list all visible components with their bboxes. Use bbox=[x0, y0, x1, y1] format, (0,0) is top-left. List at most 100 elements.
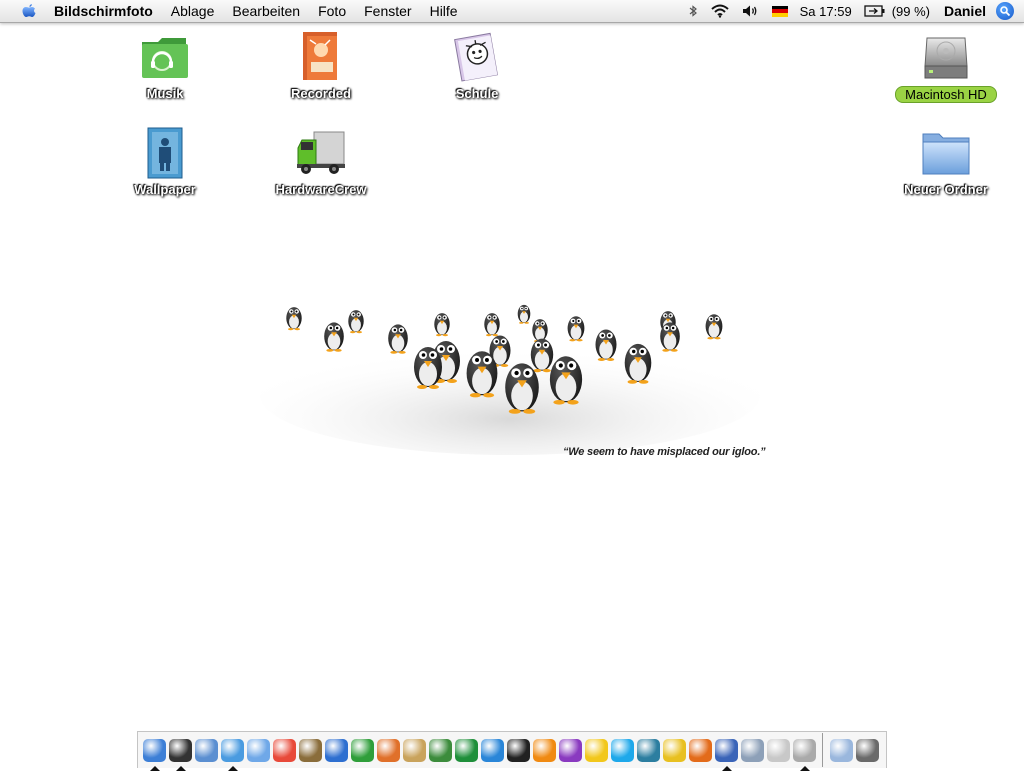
dock-item-address-book[interactable] bbox=[402, 736, 427, 764]
dock-item-vlc[interactable] bbox=[532, 736, 557, 764]
dock-separator bbox=[822, 733, 823, 767]
dashboard-icon bbox=[169, 738, 192, 762]
menu-ablage[interactable]: Ablage bbox=[162, 3, 224, 19]
desktop-icon-recorded[interactable]: Recorded bbox=[266, 30, 376, 101]
dock-item-chess[interactable] bbox=[636, 736, 661, 764]
battery-percent[interactable]: (99 %) bbox=[892, 0, 936, 22]
desktop-icon-label: Musik bbox=[146, 86, 184, 101]
safari-icon bbox=[221, 738, 244, 762]
spotlight-icon[interactable] bbox=[996, 2, 1014, 20]
schule-document-icon bbox=[450, 30, 504, 84]
wifi-icon[interactable] bbox=[704, 0, 736, 22]
dock-item-terminal[interactable] bbox=[506, 736, 531, 764]
menu-foto[interactable]: Foto bbox=[309, 3, 355, 19]
recorded-document-icon bbox=[294, 30, 348, 84]
dock-item-finder[interactable] bbox=[142, 736, 167, 771]
ical-icon bbox=[273, 738, 296, 762]
dock-item-yahoo-messenger[interactable] bbox=[584, 736, 609, 764]
running-indicator bbox=[149, 766, 160, 771]
dock-item-excel[interactable] bbox=[350, 736, 375, 764]
desktop-icon-label: Recorded bbox=[291, 86, 351, 101]
dock-item-banana[interactable] bbox=[662, 736, 687, 764]
skype-icon bbox=[611, 738, 634, 762]
menu-hilfe[interactable]: Hilfe bbox=[421, 3, 467, 19]
dock-item-firefox[interactable] bbox=[688, 736, 713, 764]
dock-item-adium[interactable] bbox=[558, 736, 583, 764]
address-book-icon bbox=[403, 738, 426, 762]
dock-item-grab[interactable] bbox=[792, 736, 817, 771]
dock-item-stack[interactable] bbox=[829, 736, 854, 764]
dock-item-preview[interactable] bbox=[194, 736, 219, 764]
desktop-icon-schule[interactable]: Schule bbox=[422, 30, 532, 101]
dock-item-word[interactable] bbox=[324, 736, 349, 764]
desktop-icon-label: Wallpaper bbox=[134, 182, 196, 197]
dock-item-itunes[interactable] bbox=[246, 736, 271, 764]
battery-icon[interactable] bbox=[858, 0, 892, 22]
screen-sharing-icon bbox=[715, 738, 738, 762]
desktop-icon-label: HardwareCrew bbox=[275, 182, 367, 197]
desktop-icon-hardwarecrew[interactable]: HardwareCrew bbox=[266, 126, 376, 197]
user-name[interactable]: Daniel bbox=[936, 0, 996, 22]
vlc-icon bbox=[533, 738, 556, 762]
dock-item-trash[interactable] bbox=[855, 736, 880, 764]
skype-s-icon bbox=[455, 738, 478, 762]
running-indicator bbox=[799, 766, 810, 771]
excel-icon bbox=[351, 738, 374, 762]
apple-menu-icon[interactable] bbox=[18, 2, 40, 20]
trash-icon bbox=[856, 738, 879, 762]
desktop-icon-wallpaper[interactable]: Wallpaper bbox=[110, 126, 220, 197]
powerpoint-icon bbox=[377, 738, 400, 762]
dock-item-screen-sharing[interactable] bbox=[714, 736, 739, 771]
wallpaper-penguins-image bbox=[260, 304, 760, 455]
desktop-icon-musik[interactable]: Musik bbox=[110, 30, 220, 101]
firefox-icon bbox=[689, 738, 712, 762]
status-area: Sa 17:59 (99 %) Daniel bbox=[682, 0, 1024, 22]
finder-icon bbox=[143, 738, 166, 762]
word-icon bbox=[325, 738, 348, 762]
dock-item-camino[interactable] bbox=[480, 736, 505, 764]
desktop-icon-label: Schule bbox=[455, 86, 499, 101]
clock[interactable]: Sa 17:59 bbox=[794, 0, 858, 22]
dock-docs bbox=[829, 736, 881, 764]
dock-item-mail[interactable] bbox=[428, 736, 453, 764]
wallpaper-quote: “We seem to have misplaced our igloo.” bbox=[563, 446, 766, 458]
yahoo-messenger-icon bbox=[585, 738, 608, 762]
running-indicator bbox=[721, 766, 732, 771]
menu-bar: Bildschirmfoto Ablage Bearbeiten Foto Fe… bbox=[0, 0, 1024, 23]
dock-item-ical[interactable] bbox=[272, 736, 297, 764]
chess-icon bbox=[637, 738, 660, 762]
menu-fenster[interactable]: Fenster bbox=[355, 3, 420, 19]
dock-item-iphoto[interactable] bbox=[298, 736, 323, 764]
desktop-icon-macintosh-hd[interactable]: Macintosh HD bbox=[891, 30, 1001, 103]
menu-app-name[interactable]: Bildschirmfoto bbox=[54, 3, 162, 19]
dock-item-skype-s[interactable] bbox=[454, 736, 479, 764]
folder-icon bbox=[919, 126, 973, 180]
grab-icon bbox=[793, 738, 816, 762]
terminal-icon bbox=[507, 738, 530, 762]
dock-item-iweb[interactable] bbox=[766, 736, 791, 764]
iphoto-icon bbox=[299, 738, 322, 762]
dock-item-safari[interactable] bbox=[220, 736, 245, 771]
truck-icon bbox=[294, 126, 348, 180]
desktop-icon-label: Neuer Ordner bbox=[904, 182, 988, 197]
desktop-icon-neuer-ordner[interactable]: Neuer Ordner bbox=[891, 126, 1001, 197]
preview-icon bbox=[195, 738, 218, 762]
dock bbox=[137, 731, 887, 771]
german-flag-icon[interactable] bbox=[766, 0, 794, 22]
dock-item-skype[interactable] bbox=[610, 736, 635, 764]
hard-drive-icon bbox=[919, 30, 973, 84]
running-indicator bbox=[227, 766, 238, 771]
music-folder-icon bbox=[138, 30, 192, 84]
wallpaper-document-icon bbox=[138, 126, 192, 180]
dock-item-powerpoint[interactable] bbox=[376, 736, 401, 764]
dock-item-dashboard[interactable] bbox=[168, 736, 193, 771]
adium-icon bbox=[559, 738, 582, 762]
dock-item-phone[interactable] bbox=[740, 736, 765, 764]
menu-bearbeiten[interactable]: Bearbeiten bbox=[223, 3, 309, 19]
dock-apps bbox=[142, 736, 818, 771]
banana-icon bbox=[663, 738, 686, 762]
bluetooth-icon[interactable] bbox=[682, 0, 704, 22]
desktop-icon-label: Macintosh HD bbox=[895, 86, 997, 103]
camino-icon bbox=[481, 738, 504, 762]
volume-icon[interactable] bbox=[736, 0, 766, 22]
